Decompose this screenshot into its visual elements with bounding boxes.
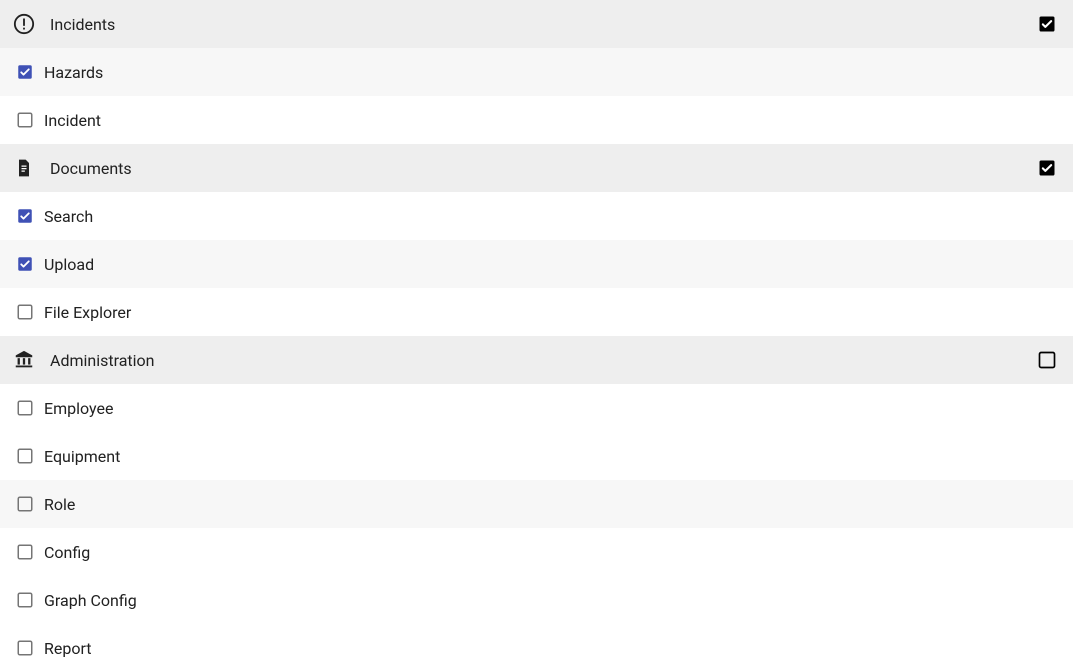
checkbox[interactable]: [16, 591, 34, 609]
item-label: Report: [44, 639, 92, 658]
item-label: Config: [44, 543, 90, 562]
section-header-documents[interactable]: Documents: [0, 144, 1073, 192]
item-row-file-explorer[interactable]: File Explorer: [0, 288, 1073, 336]
section-title: Administration: [50, 351, 1037, 370]
item-label: File Explorer: [44, 303, 131, 322]
checkbox[interactable]: [16, 255, 34, 273]
item-row-incident[interactable]: Incident: [0, 96, 1073, 144]
section-checkbox-documents[interactable]: [1037, 158, 1057, 178]
checkbox[interactable]: [16, 543, 34, 561]
section-checkbox-administration[interactable]: [1037, 350, 1057, 370]
checkbox[interactable]: [16, 63, 34, 81]
section-title: Incidents: [50, 15, 1037, 34]
item-label: Graph Config: [44, 591, 137, 610]
section-header-administration[interactable]: Administration: [0, 336, 1073, 384]
checkbox[interactable]: [16, 495, 34, 513]
checkbox[interactable]: [16, 207, 34, 225]
checkbox[interactable]: [16, 399, 34, 417]
item-label: Incident: [44, 111, 101, 130]
checkbox[interactable]: [16, 447, 34, 465]
item-label: Role: [44, 495, 75, 514]
item-label: Hazards: [44, 63, 103, 82]
item-row-employee[interactable]: Employee: [0, 384, 1073, 432]
section-title: Documents: [50, 159, 1037, 178]
item-row-role[interactable]: Role: [0, 480, 1073, 528]
item-row-equipment[interactable]: Equipment: [0, 432, 1073, 480]
alert-circle-icon: [12, 12, 36, 36]
item-label: Search: [44, 207, 93, 226]
checkbox[interactable]: [16, 111, 34, 129]
item-label: Equipment: [44, 447, 120, 466]
section-header-incidents[interactable]: Incidents: [0, 0, 1073, 48]
item-row-upload[interactable]: Upload: [0, 240, 1073, 288]
item-row-report[interactable]: Report: [0, 624, 1073, 672]
item-row-hazards[interactable]: Hazards: [0, 48, 1073, 96]
item-row-graph-config[interactable]: Graph Config: [0, 576, 1073, 624]
item-row-search[interactable]: Search: [0, 192, 1073, 240]
section-checkbox-incidents[interactable]: [1037, 14, 1057, 34]
item-row-config[interactable]: Config: [0, 528, 1073, 576]
item-label: Employee: [44, 399, 113, 418]
item-label: Upload: [44, 255, 94, 274]
document-icon: [12, 156, 36, 180]
bank-icon: [12, 348, 36, 372]
checkbox[interactable]: [16, 303, 34, 321]
checkbox[interactable]: [16, 639, 34, 657]
